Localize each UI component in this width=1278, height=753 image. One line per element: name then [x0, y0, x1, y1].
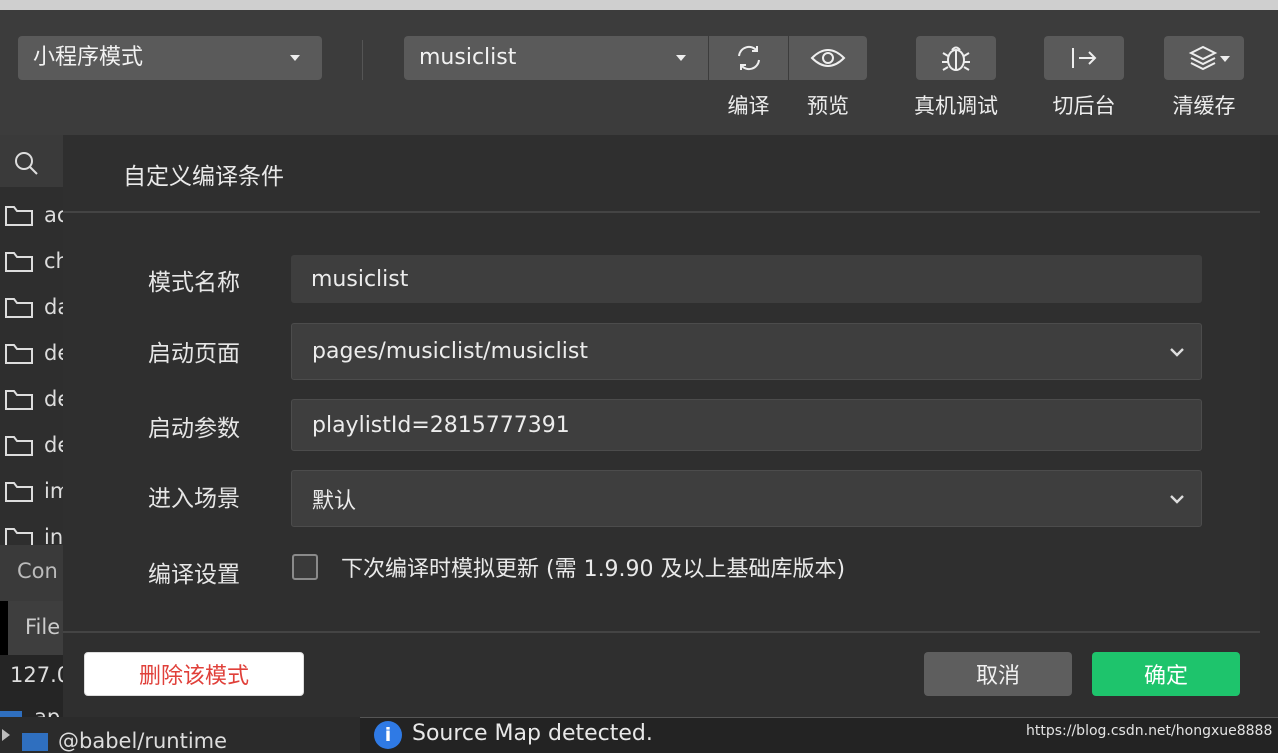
custom-compile-dialog: 自定义编译条件 模式名称 musiclist 启动页面 pages/musicl…: [63, 135, 1260, 717]
dialog-title: 自定义编译条件: [123, 164, 284, 190]
search-icon: [15, 152, 38, 175]
tree-folder-name: da: [44, 295, 63, 319]
compile-settings-label: 编译设置: [148, 562, 240, 588]
simulate-update-checkbox[interactable]: [292, 554, 318, 580]
mode-name-label: 模式名称: [148, 270, 240, 296]
bug-icon: [942, 46, 970, 71]
eye-icon: [810, 49, 846, 67]
tree-folder-name: ch: [44, 249, 63, 273]
file-header-label: File: [25, 615, 61, 639]
caret-down-icon: [676, 55, 686, 61]
delete-mode-button[interactable]: 删除该模式: [84, 652, 304, 696]
file-tree-panel: ac ch da de de de im in Con File 127.0: [0, 135, 63, 752]
console-message-text: Source Map detected.: [412, 721, 653, 746]
file-search[interactable]: [0, 135, 63, 187]
debug-tab-bar: Con: [0, 545, 63, 601]
caret-down-icon: [290, 55, 300, 61]
file-header: File: [8, 601, 63, 655]
compile-button[interactable]: [709, 36, 788, 80]
compile-mode-select[interactable]: musiclist: [404, 36, 708, 80]
simulator-edge: [1260, 135, 1278, 752]
preview-button[interactable]: [789, 36, 867, 80]
tree-folder[interactable]: de: [0, 377, 63, 423]
tree-folder[interactable]: de: [0, 331, 63, 377]
tree-folder[interactable]: ch: [0, 239, 63, 285]
start-page-select[interactable]: pages/musiclist/musiclist: [291, 323, 1202, 380]
tree-folder-name: de: [44, 387, 63, 411]
start-params-label: 启动参数: [148, 416, 240, 442]
real-device-debug-label: 真机调试: [914, 94, 998, 118]
chevron-down-icon: [1170, 347, 1184, 357]
tree-folder[interactable]: im: [0, 469, 63, 515]
mode-select[interactable]: 小程序模式: [18, 36, 322, 80]
source-tree: @babel/runtime: [0, 717, 360, 753]
caret-down-icon: [1220, 56, 1230, 62]
real-device-debug-button[interactable]: [916, 36, 996, 80]
folder-icon: [5, 206, 33, 226]
divider: [63, 211, 1260, 213]
clear-cache-button[interactable]: [1164, 36, 1244, 80]
tree-folder[interactable]: ac: [0, 193, 63, 239]
start-page-label: 启动页面: [148, 341, 240, 367]
folder-icon: [5, 436, 33, 456]
folder-icon: [5, 252, 33, 272]
switch-background-label: 切后台: [1052, 94, 1116, 118]
tree-folder-name: de: [44, 341, 63, 365]
tree-folder-name: de: [44, 433, 63, 457]
tree-folder[interactable]: da: [0, 285, 63, 331]
folder-icon: [5, 390, 33, 410]
chevron-down-icon: [1170, 494, 1184, 504]
start-page-value: pages/musiclist/musiclist: [312, 339, 588, 364]
preview-label: 预览: [807, 94, 849, 118]
cancel-button[interactable]: 取消: [924, 652, 1072, 696]
layers-icon: [1188, 45, 1218, 71]
divider: [63, 631, 1260, 633]
scene-label: 进入场景: [148, 486, 240, 512]
toolbar: 小程序模式 musiclist 编译 预览 真机调试 切后台 清缓存: [0, 10, 1278, 135]
refresh-icon: [737, 45, 760, 71]
scene-select[interactable]: 默认: [291, 470, 1202, 527]
tree-folder-name[interactable]: @babel/runtime: [58, 729, 227, 753]
triangle-right-icon[interactable]: [2, 729, 10, 741]
tree-folder[interactable]: de: [0, 423, 63, 469]
info-icon: i: [374, 721, 402, 749]
mode-select-value: 小程序模式: [33, 45, 144, 70]
folder-icon: [5, 298, 33, 318]
compile-mode-value: musiclist: [419, 45, 517, 70]
tree-folder-name: im: [44, 479, 63, 503]
clear-cache-label: 清缓存: [1172, 94, 1236, 118]
folder-icon: [22, 733, 48, 751]
window-title-strip: [0, 0, 1278, 10]
compile-label: 编译: [727, 94, 770, 118]
folder-icon: [5, 482, 33, 502]
mode-name-value: musiclist: [311, 266, 409, 292]
tree-folder-name: ac: [44, 203, 63, 227]
start-params-value: playlistId=2815777391: [312, 412, 570, 438]
watermark: https://blog.csdn.net/hongxue8888: [1026, 723, 1273, 739]
start-params-input[interactable]: playlistId=2815777391: [291, 399, 1202, 451]
simulate-update-label[interactable]: 下次编译时模拟更新 (需 1.9.90 及以上基础库版本): [341, 551, 845, 583]
mode-name-input[interactable]: musiclist: [291, 255, 1202, 303]
switch-background-icon: [1072, 48, 1097, 68]
switch-background-button[interactable]: [1044, 36, 1124, 80]
confirm-button[interactable]: 确定: [1092, 652, 1240, 696]
console-tab[interactable]: Con: [17, 559, 58, 583]
host-entry[interactable]: 127.0: [10, 663, 63, 687]
toolbar-divider: [362, 40, 363, 80]
scene-value: 默认: [312, 488, 357, 514]
folder-icon: [5, 344, 33, 364]
panel-gutter: [0, 601, 8, 655]
